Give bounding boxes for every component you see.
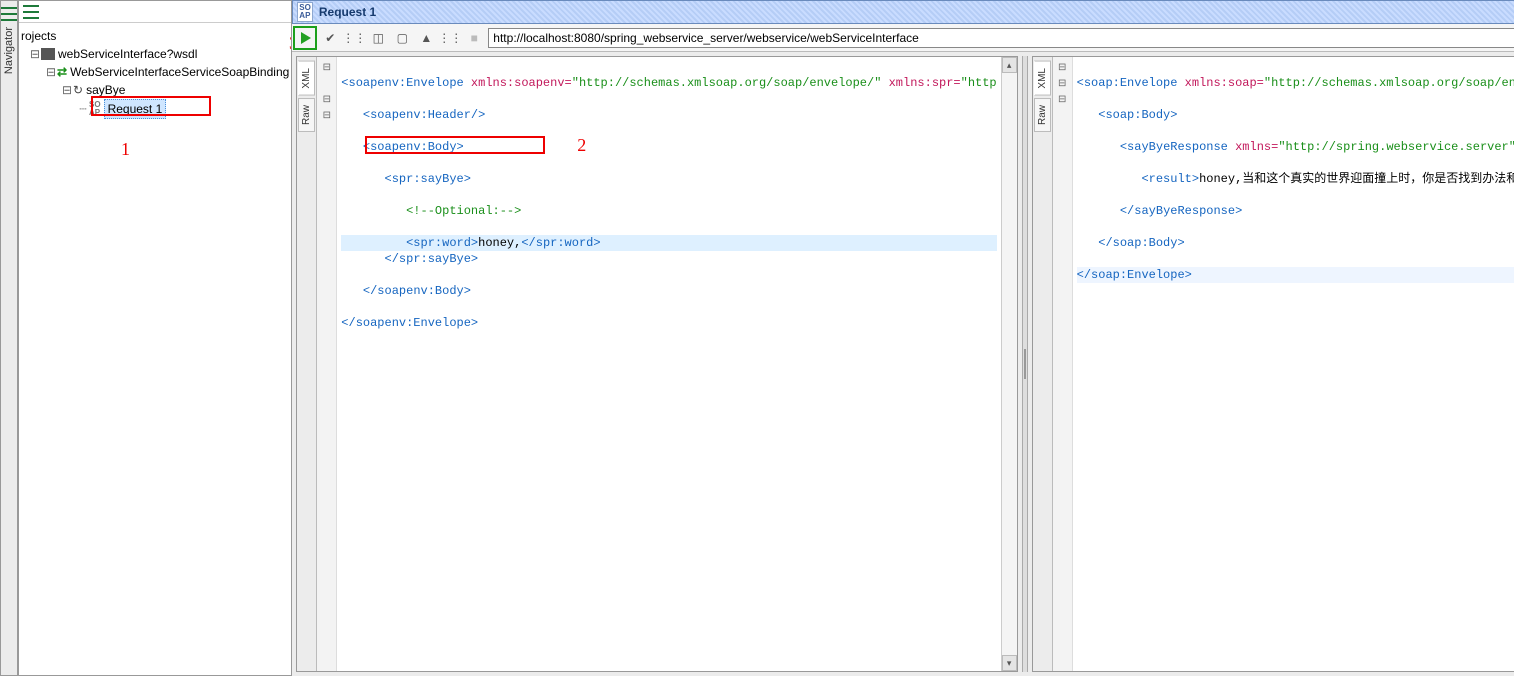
response-xml-viewer[interactable]: <soap:Envelope xmlns:soap="http://schema… — [1073, 57, 1514, 671]
toolbar-button[interactable]: ⋮⋮ — [440, 28, 460, 48]
soap-icon: SOAP — [297, 2, 313, 22]
tab-xml[interactable]: XML — [1034, 61, 1051, 96]
toolbar-button[interactable]: ◫ — [368, 28, 388, 48]
endpoint-url-input[interactable]: http://localhost:8080/spring_webservice_… — [488, 28, 1514, 48]
navigator-toolbar — [19, 1, 291, 23]
menu-icon — [1, 7, 17, 21]
add-assertion-button[interactable]: ✔ — [320, 28, 340, 48]
menu-icon[interactable] — [23, 5, 39, 19]
tree-root: rojects — [21, 27, 289, 45]
navigator-panel: rojects ⊟ webServiceInterface?wsdl ⊟ ⇄ W… — [18, 0, 292, 676]
tree-label: webServiceInterface?wsdl — [58, 45, 197, 63]
request-xml-editor[interactable]: <soapenv:Envelope xmlns:soapenv="http://… — [337, 57, 1000, 671]
navigator-label: Navigator — [3, 27, 15, 74]
tree-label-selected: Request 1 — [104, 99, 167, 119]
collapse-icon[interactable]: ⊟ — [29, 45, 41, 63]
run-button[interactable] — [296, 28, 316, 48]
navigator-tab[interactable]: Navigator — [0, 0, 18, 676]
request-gutter: ⊟⊟⊟ — [317, 57, 337, 671]
toolbar-button[interactable]: ▢ — [392, 28, 412, 48]
collapse-icon[interactable]: ⊟ — [61, 81, 73, 99]
folder-icon — [41, 48, 55, 60]
tree-item-binding[interactable]: ⊟ ⇄ WebServiceInterfaceServiceSoapBindin… — [21, 63, 289, 81]
toolbar-button[interactable]: ■ — [464, 28, 484, 48]
leaf-icon: ┈ — [77, 100, 89, 118]
tab-xml[interactable]: XML — [298, 61, 315, 96]
response-side-tabs: XML Raw — [1033, 57, 1053, 671]
request-side-tabs: XML Raw — [297, 57, 317, 671]
request-pane: XML Raw ⊟⊟⊟ <soapenv:Envelope xmlns:soap… — [296, 56, 1017, 672]
tree-label: WebServiceInterfaceServiceSoapBinding — [70, 63, 289, 81]
root-label: rojects — [21, 27, 56, 45]
request-editor-window: SOAP Request 1 ▫ ❐ ✕ ✔ ⋮⋮ ◫ ▢ ▲ ⋮⋮ ■ htt… — [292, 0, 1514, 676]
tree-label: sayBye — [86, 81, 125, 99]
endpoint-url-value: http://localhost:8080/spring_webservice_… — [493, 31, 919, 45]
tab-raw[interactable]: Raw — [298, 98, 315, 132]
response-pane: XML Raw ⊟⊟⊟ <soap:Envelope xmlns:soap="h… — [1032, 56, 1514, 672]
annotation-label-1: 1 — [121, 139, 130, 160]
scroll-up-button[interactable]: ▴ — [1002, 57, 1017, 73]
window-title: Request 1 — [319, 5, 376, 19]
soap-icon: SOAP — [89, 101, 101, 117]
tree-item-wsdl[interactable]: ⊟ webServiceInterface?wsdl — [21, 45, 289, 63]
tree-item-operation[interactable]: ⊟ ↻ sayBye — [21, 81, 289, 99]
toolbar-button[interactable]: ▲ — [416, 28, 436, 48]
project-tree[interactable]: rojects ⊟ webServiceInterface?wsdl ⊟ ⇄ W… — [19, 23, 291, 123]
collapse-icon[interactable]: ⊟ — [45, 63, 57, 81]
toolbar-button[interactable]: ⋮⋮ — [344, 28, 364, 48]
splitter[interactable] — [1022, 56, 1028, 672]
tree-item-request[interactable]: ┈ SOAP Request 1 — [21, 99, 289, 119]
response-gutter: ⊟⊟⊟ — [1053, 57, 1073, 671]
interface-icon: ⇄ — [57, 63, 67, 81]
operation-icon: ↻ — [73, 81, 83, 99]
scroll-down-button[interactable]: ▾ — [1002, 655, 1017, 671]
request-scrollbar[interactable]: ▴ ▾ — [1001, 57, 1017, 671]
window-titlebar[interactable]: SOAP Request 1 ▫ ❐ ✕ — [292, 0, 1514, 24]
editors-container: XML Raw ⊟⊟⊟ <soapenv:Envelope xmlns:soap… — [292, 52, 1514, 676]
request-toolbar: ✔ ⋮⋮ ◫ ▢ ▲ ⋮⋮ ■ http://localhost:8080/sp… — [292, 24, 1514, 52]
tab-raw[interactable]: Raw — [1034, 98, 1051, 132]
